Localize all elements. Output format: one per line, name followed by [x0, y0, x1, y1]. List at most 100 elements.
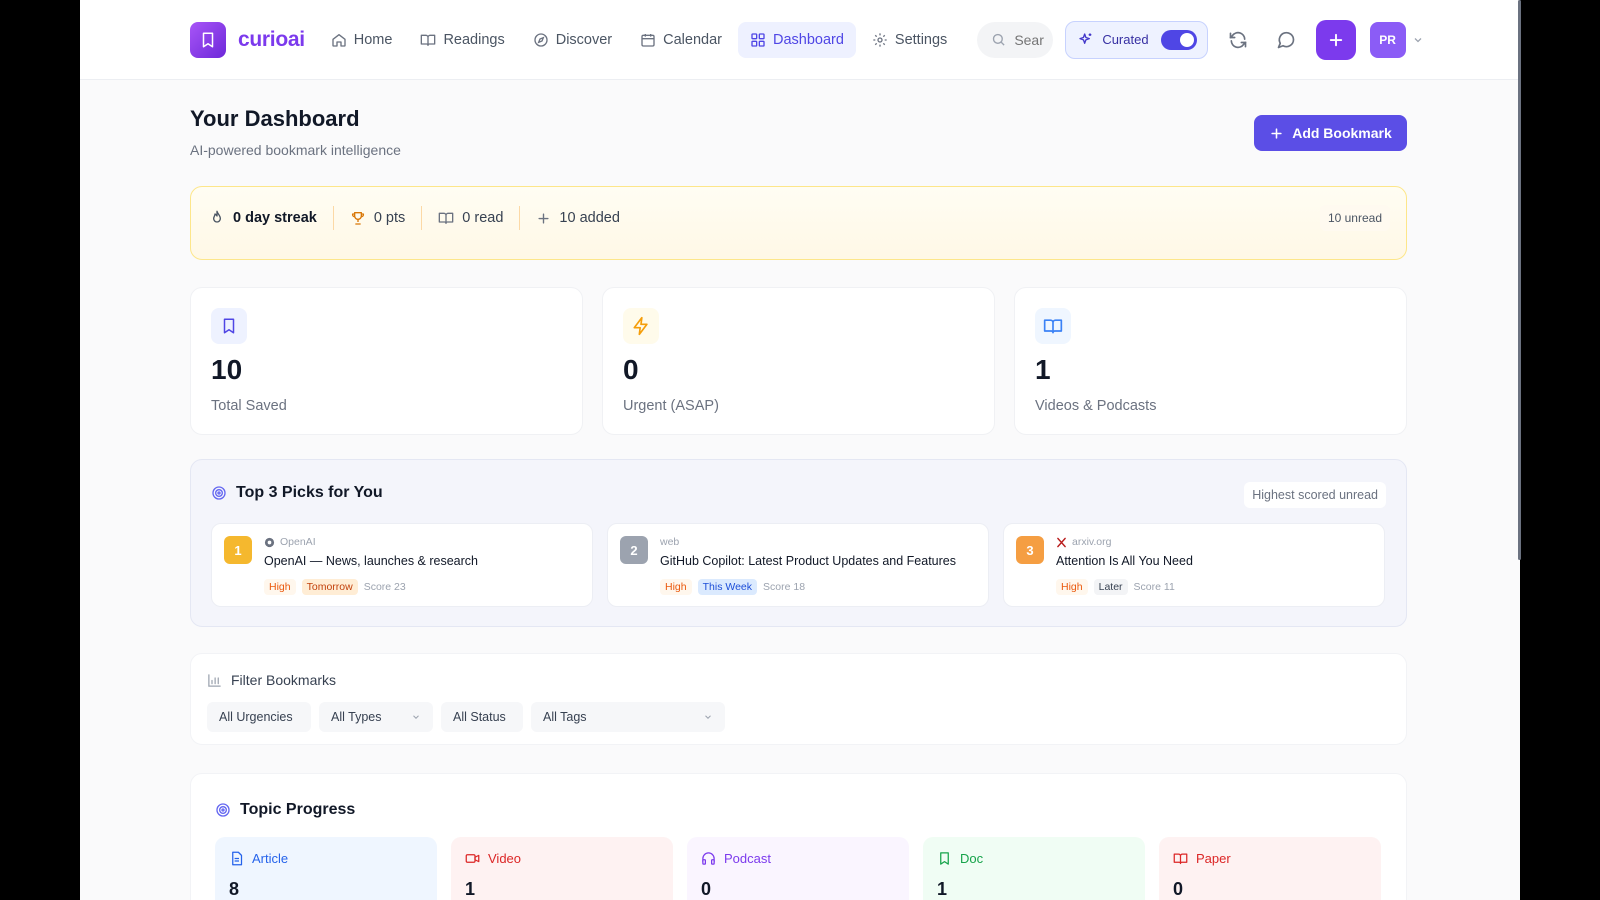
topic-card-video[interactable]: Video 1	[451, 837, 673, 900]
topic-card-doc[interactable]: Doc 1	[923, 837, 1145, 900]
pick-source: OpenAI	[264, 536, 316, 548]
pick-tags: High This Week Score 18	[660, 579, 805, 595]
bar-chart-icon	[208, 673, 221, 687]
priority-badge: High	[660, 579, 692, 595]
type-filter-select[interactable]: All Types	[319, 702, 433, 732]
nav-dashboard[interactable]: Dashboard	[737, 21, 856, 58]
type-filter-value: All Types	[331, 710, 382, 724]
plus-icon	[1271, 127, 1282, 139]
rank-badge: 2	[620, 536, 648, 564]
topic-progress-title: Topic Progress	[240, 801, 356, 818]
account-menu-chevron[interactable]	[1412, 34, 1424, 46]
priority-badge: High	[1056, 579, 1088, 595]
top-picks-panel: Top 3 Picks for You Highest scored unrea…	[190, 459, 1407, 627]
chevron-down-icon	[413, 715, 419, 719]
lightning-icon	[623, 308, 659, 344]
book-open-icon	[438, 212, 454, 224]
stat-card-urgent[interactable]: 0 Urgent (ASAP)	[602, 287, 995, 435]
logo-icon[interactable]	[190, 21, 226, 58]
grid-icon	[751, 32, 765, 47]
book-open-icon	[1173, 853, 1188, 865]
pick-source-label: OpenAI	[280, 536, 316, 548]
curated-toggle[interactable]	[1160, 29, 1197, 50]
due-badge: Tomorrow	[301, 579, 358, 595]
pick-title[interactable]: GitHub Copilot: Latest Product Updates a…	[660, 554, 956, 568]
search-input[interactable]	[1014, 31, 1045, 48]
curated-label: Curated	[1102, 32, 1149, 47]
topic-count: 1	[937, 879, 948, 899]
pick-source: arxiv.org	[1056, 536, 1111, 548]
streak-bar: 0 day streak 0 pts 0 read 10 added 10 un…	[190, 186, 1407, 260]
topic-label-text: Doc	[960, 851, 984, 866]
refresh-icon	[1229, 31, 1246, 48]
document-icon	[232, 851, 243, 866]
nav-home-label: Home	[353, 31, 393, 48]
pick-score: Score 11	[1133, 581, 1175, 593]
page-title: Your Dashboard	[190, 106, 360, 131]
plus-icon	[538, 212, 549, 224]
plus-icon	[1329, 33, 1342, 46]
added-label: 10 added	[559, 210, 620, 226]
chevron-down-icon	[1414, 37, 1422, 42]
nav-discover-label: Discover	[555, 31, 613, 48]
streak-count: 0 day streak	[209, 206, 334, 230]
nav-home[interactable]: Home	[319, 22, 405, 58]
add-bookmark-button[interactable]: Add Bookmark	[1254, 115, 1407, 151]
nav-readings[interactable]: Readings	[408, 22, 516, 58]
topic-count: 8	[229, 879, 240, 899]
calendar-icon	[641, 33, 655, 47]
flame-icon	[213, 210, 221, 223]
pick-card-3[interactable]: 3 arxiv.org Attention Is All You Need Hi…	[1003, 523, 1385, 607]
nav-dashboard-label: Dashboard	[772, 31, 844, 48]
nav-discover[interactable]: Discover	[521, 22, 624, 58]
priority-badge: High	[264, 579, 296, 595]
pick-card-1[interactable]: 1 OpenAI OpenAI — News, launches & resea…	[211, 523, 593, 607]
home-icon	[332, 33, 346, 47]
top-picks-title: Top 3 Picks for You	[236, 484, 383, 501]
nav-settings[interactable]: Settings	[860, 22, 959, 58]
curated-toggle-group[interactable]: Curated	[1065, 20, 1208, 59]
window-scrollbar[interactable]	[1518, 0, 1521, 560]
gear-icon	[873, 32, 887, 47]
status-filter-select[interactable]: All Status	[441, 702, 523, 732]
headphones-icon	[702, 852, 715, 865]
chevron-down-icon	[705, 715, 711, 719]
brand-name[interactable]: curioai	[238, 28, 305, 52]
topic-card-article[interactable]: Article 8	[215, 837, 437, 900]
quick-add-button[interactable]	[1315, 19, 1356, 60]
topic-label-text: Podcast	[724, 851, 771, 866]
tag-filter-value: All Tags	[543, 710, 587, 724]
stat-card-total-saved[interactable]: 10 Total Saved	[190, 287, 583, 435]
stat-value: 1	[1035, 354, 1051, 385]
stat-card-videos-podcasts[interactable]: 1 Videos & Podcasts	[1014, 287, 1407, 435]
topic-label: Article	[229, 851, 288, 866]
pick-title[interactable]: OpenAI — News, launches & research	[264, 554, 478, 568]
due-badge: Later	[1093, 579, 1128, 595]
urgency-filter-select[interactable]: All Urgencies	[207, 702, 311, 732]
stat-label: Urgent (ASAP)	[623, 398, 719, 414]
video-camera-icon	[465, 854, 480, 863]
topic-card-podcast[interactable]: Podcast 0	[687, 837, 909, 900]
points-count: 0 pts	[334, 206, 423, 230]
filter-title: Filter Bookmarks	[231, 672, 337, 688]
stat-label: Videos & Podcasts	[1035, 398, 1157, 414]
top-picks-heading: Top 3 Picks for You	[211, 484, 383, 502]
pick-source-label: web	[660, 536, 680, 548]
pick-card-2[interactable]: 2 web GitHub Copilot: Latest Product Upd…	[607, 523, 989, 607]
search-box[interactable]	[977, 21, 1054, 58]
book-open-icon	[1035, 308, 1071, 344]
pick-title[interactable]: Attention Is All You Need	[1056, 554, 1193, 568]
nav-readings-label: Readings	[443, 31, 505, 48]
stat-label: Total Saved	[211, 398, 287, 414]
chat-button[interactable]	[1268, 22, 1304, 58]
chat-bubble-icon	[1277, 31, 1294, 48]
read-label: 0 read	[462, 210, 504, 226]
topic-card-paper[interactable]: Paper 0	[1159, 837, 1381, 900]
trophy-icon	[351, 212, 364, 225]
user-avatar[interactable]: PR	[1369, 21, 1406, 58]
filter-heading: Filter Bookmarks	[207, 672, 336, 688]
tag-filter-select[interactable]: All Tags	[531, 702, 725, 732]
refresh-button[interactable]	[1220, 22, 1256, 58]
status-filter-value: All Status	[453, 710, 506, 724]
nav-calendar[interactable]: Calendar	[628, 22, 734, 58]
